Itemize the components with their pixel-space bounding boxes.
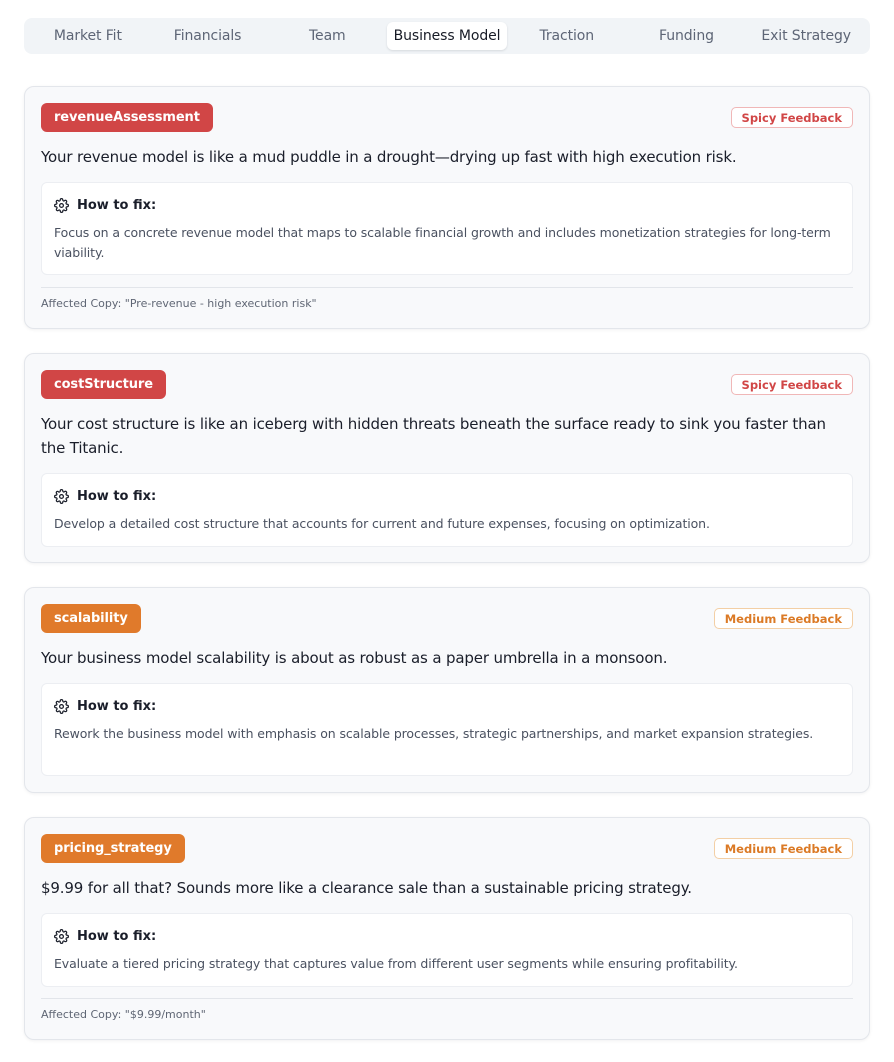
feedback-card-pricing-strategy: pricing_strategy Medium Feedback $9.99 f… [24,817,870,1040]
feedback-message: $9.99 for all that? Sounds more like a c… [41,879,692,897]
tab-funding[interactable]: Funding [627,22,747,50]
tab-exit-strategy[interactable]: Exit Strategy [746,22,866,50]
fix-panel: How to fix: Focus on a concrete revenue … [41,182,853,275]
gear-icon [54,698,69,714]
divider [41,287,853,288]
feedback-card-cost-structure: costStructure Spicy Feedback Your cost s… [24,353,870,563]
severity-badge: Spicy Feedback [730,107,853,128]
tab-team[interactable]: Team [267,22,387,50]
affected-copy: Affected Copy: "Pre-revenue - high execu… [41,297,317,310]
fix-panel: How to fix: Rework the business model wi… [41,683,853,776]
feedback-message: Your revenue model is like a mud puddle … [41,148,737,166]
severity-badge: Medium Feedback [713,838,853,859]
category-tag: scalability [41,604,141,633]
fix-text: Focus on a concrete revenue model that m… [54,225,831,260]
feedback-card-revenue-assessment: revenueAssessment Spicy Feedback Your re… [24,86,870,329]
severity-badge: Spicy Feedback [730,374,853,395]
fix-panel: How to fix: Develop a detailed cost stru… [41,473,853,547]
category-tag: costStructure [41,370,166,399]
divider [41,998,853,999]
fix-title: How to fix: [77,197,157,213]
gear-icon [54,488,69,504]
fix-title: How to fix: [77,698,157,714]
fix-text: Evaluate a tiered pricing strategy that … [54,956,738,971]
gear-icon [54,928,69,944]
fix-text: Develop a detailed cost structure that a… [54,516,710,531]
tab-traction[interactable]: Traction [507,22,627,50]
tab-business-model[interactable]: Business Model [387,22,507,50]
gear-icon [54,197,69,213]
category-tag: revenueAssessment [41,103,213,132]
tab-bar: Market Fit Financials Team Business Mode… [24,18,870,54]
fix-title: How to fix: [77,928,157,944]
severity-badge: Medium Feedback [713,608,853,629]
feedback-message: Your cost structure is like an iceberg w… [41,415,826,457]
tab-financials[interactable]: Financials [148,22,268,50]
fix-panel: How to fix: Evaluate a tiered pricing st… [41,913,853,987]
fix-text: Rework the business model with emphasis … [54,726,814,741]
tab-market-fit[interactable]: Market Fit [28,22,148,50]
category-tag: pricing_strategy [41,834,185,863]
fix-title: How to fix: [77,488,157,504]
affected-copy: Affected Copy: "$9.99/month" [41,1008,206,1021]
feedback-card-scalability: scalability Medium Feedback Your busines… [24,587,870,793]
feedback-message: Your business model scalability is about… [41,649,668,667]
